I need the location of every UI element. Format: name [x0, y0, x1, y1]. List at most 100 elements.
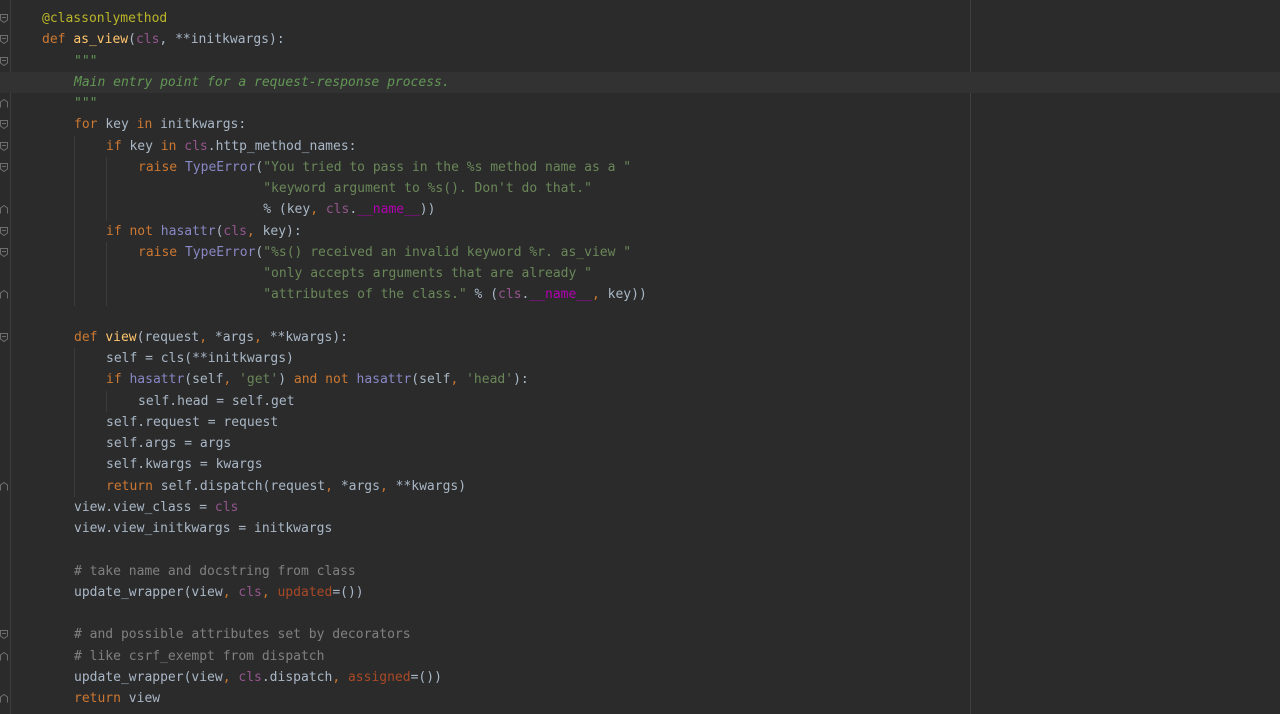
fold-start-icon[interactable] [0, 120, 8, 130]
code-line[interactable] [0, 603, 1280, 624]
code-editor[interactable]: @classonlymethod def as_view(cls, **initk… [0, 0, 1280, 714]
code-token: cls [238, 669, 262, 685]
code-line[interactable]: "keyword argument to %s(). Don't do that… [0, 178, 1280, 200]
fold-start-icon[interactable] [0, 56, 8, 66]
code-token: key): [262, 223, 302, 239]
code-token: ) [278, 372, 294, 388]
code-line[interactable]: if hasattr(self, 'get') and not hasattr(… [0, 369, 1280, 391]
code-token: update_wrapper(view [74, 669, 223, 685]
code-token: , [223, 372, 240, 388]
code-token: . [349, 202, 358, 218]
code-line[interactable]: Main entry point for a request-response … [0, 71, 1280, 93]
code-token: self.head = self.get [138, 393, 295, 409]
code-line[interactable]: raise TypeError("You tried to pass in th… [0, 156, 1280, 178]
code-line[interactable] [0, 306, 1280, 327]
code-line[interactable]: update_wrapper(view, cls.dispatch, assig… [0, 667, 1280, 688]
code-token: ): [513, 372, 529, 388]
code-line[interactable]: def view(request, *args, **kwargs): [0, 327, 1280, 348]
code-line[interactable]: raise TypeError("%s() received an invali… [0, 241, 1280, 263]
code-token: , [254, 329, 270, 345]
code-line[interactable]: self.kwargs = kwargs [0, 454, 1280, 476]
fold-end-icon[interactable] [0, 651, 8, 661]
code-token: view.view_initkwargs = initkwargs [74, 521, 333, 536]
code-line[interactable]: @classonlymethod [0, 8, 1280, 29]
fold-end-icon[interactable] [0, 694, 8, 703]
code-token: , [379, 478, 396, 494]
indent-guide [106, 284, 107, 306]
code-token: , [591, 287, 608, 303]
code-token: , [246, 223, 263, 239]
code-line[interactable]: view.view_class = cls [0, 497, 1280, 518]
fold-end-icon[interactable] [0, 205, 8, 214]
code-token: # take name and docstring from class [74, 563, 356, 579]
indent-guide [74, 284, 75, 306]
code-text: self = cls(**initkwargs) [106, 348, 294, 369]
code-token: self.request = request [106, 414, 279, 430]
fold-start-icon[interactable] [0, 14, 8, 23]
indent-guide [74, 220, 75, 242]
code-token: if [106, 372, 130, 388]
indent-guide [74, 156, 75, 178]
code-token: self.dispatch(request [160, 478, 326, 494]
code-line[interactable]: if not hasattr(cls, key): [0, 220, 1280, 242]
code-line[interactable]: return view [0, 688, 1280, 709]
code-text: "attributes of the class." % (cls.__name… [138, 284, 647, 305]
code-token: return [106, 478, 161, 494]
code-line[interactable]: if key in cls.http_method_names: [0, 135, 1280, 157]
code-line[interactable]: self.request = request [0, 411, 1280, 433]
code-text: % (key, cls.__name__)) [138, 199, 435, 220]
fold-start-icon[interactable] [0, 162, 8, 172]
code-line[interactable]: "only accepts arguments that are already… [0, 263, 1280, 285]
code-text: if hasattr(self, 'get') and not hasattr(… [106, 369, 529, 390]
code-token: cls [325, 202, 350, 218]
code-area[interactable]: @classonlymethod def as_view(cls, **initk… [0, 8, 1280, 709]
fold-end-icon[interactable] [0, 99, 8, 108]
code-token: cls [238, 584, 262, 600]
code-text: @classonlymethod [42, 8, 167, 29]
code-line[interactable]: self.args = args [0, 433, 1280, 455]
code-line[interactable]: return self.dispatch(request, *args, **k… [0, 475, 1280, 497]
fold-start-icon[interactable] [0, 247, 8, 257]
fold-start-icon[interactable] [0, 141, 8, 151]
code-line[interactable]: # take name and docstring from class [0, 561, 1280, 582]
code-line[interactable]: view.view_initkwargs = initkwargs [0, 518, 1280, 539]
code-token: # and possible attributes set by decorat… [74, 627, 411, 643]
indent-guide [74, 369, 75, 391]
code-line[interactable]: % (key, cls.__name__)) [0, 199, 1280, 221]
code-token: return [74, 691, 129, 706]
code-line[interactable]: for key in initkwargs: [0, 114, 1280, 135]
indent-guide [74, 263, 75, 285]
code-line[interactable]: self.head = self.get [0, 390, 1280, 412]
code-token: "keyword argument to %s(). Don't do that… [263, 181, 592, 196]
code-token: 'get' [239, 372, 279, 388]
code-text: raise TypeError("You tried to pass in th… [138, 157, 631, 178]
code-line[interactable]: "attributes of the class." % (cls.__name… [0, 284, 1280, 306]
fold-start-icon[interactable] [0, 332, 8, 342]
code-text: "only accepts arguments that are already… [138, 263, 592, 284]
code-token: "You tried to pass in the %s method name… [263, 159, 632, 175]
fold-end-icon[interactable] [0, 481, 8, 491]
indent-guide [74, 348, 75, 370]
code-line[interactable]: """ [0, 93, 1280, 114]
fold-start-icon[interactable] [0, 226, 8, 236]
fold-end-icon[interactable] [0, 290, 8, 299]
code-line[interactable]: """ [0, 51, 1280, 72]
code-token: assigned [347, 669, 411, 685]
indent-guide [74, 199, 75, 221]
code-token: , [332, 669, 348, 685]
fold-start-icon[interactable] [0, 630, 8, 640]
code-line[interactable]: def as_view(cls, **initkwargs): [0, 29, 1280, 50]
code-line[interactable]: update_wrapper(view, cls, updated=()) [0, 582, 1280, 603]
code-text: self.head = self.get [138, 391, 295, 412]
code-line[interactable]: # like csrf_exempt from dispatch [0, 646, 1280, 667]
code-line[interactable] [0, 539, 1280, 560]
code-text: raise TypeError("%s() received an invali… [138, 242, 631, 263]
code-line[interactable]: # and possible attributes set by decorat… [0, 624, 1280, 645]
code-line[interactable]: self = cls(**initkwargs) [0, 348, 1280, 370]
fold-start-icon[interactable] [0, 35, 8, 45]
indent-guide [74, 241, 75, 263]
code-token: **kwargs) [395, 478, 467, 494]
